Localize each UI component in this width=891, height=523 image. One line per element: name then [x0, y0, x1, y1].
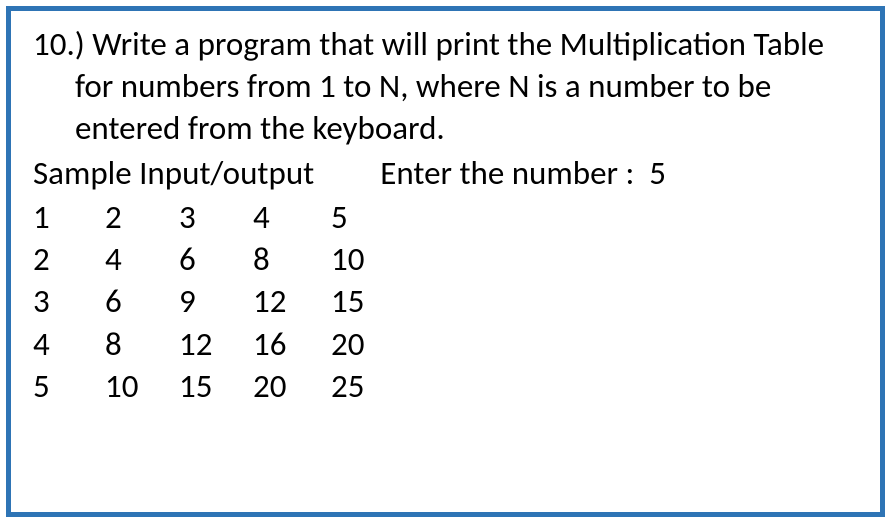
table-cell: 3	[179, 196, 253, 238]
table-cell: 16	[253, 323, 331, 365]
table-cell: 20	[253, 365, 331, 407]
table-cell: 6	[105, 280, 179, 322]
table-cell: 3	[33, 280, 105, 322]
problem-statement: 10.) Write a program that will print the…	[33, 23, 858, 150]
table-cell: 12	[253, 280, 331, 322]
table-cell: 15	[331, 280, 407, 322]
table-row: 3 6 9 12 15	[33, 280, 407, 322]
sample-io-line: Sample Input/output Enter the number : 5	[33, 152, 858, 194]
table-cell: 5	[33, 365, 105, 407]
table-cell: 10	[105, 365, 179, 407]
table-cell: 20	[331, 323, 407, 365]
table-row: 2 4 6 8 10	[33, 238, 407, 280]
table-cell: 1	[33, 196, 105, 238]
table-cell: 4	[33, 323, 105, 365]
table-cell: 4	[105, 238, 179, 280]
table-row: 4 8 12 16 20	[33, 323, 407, 365]
table-cell: 15	[179, 365, 253, 407]
table-cell: 12	[179, 323, 253, 365]
table-cell: 2	[105, 196, 179, 238]
table-cell: 10	[331, 238, 407, 280]
sample-label: Sample Input/output	[33, 152, 314, 194]
table-cell: 8	[105, 323, 179, 365]
multiplication-table: 1 2 3 4 5 2 4 6 8 10 3 6 9 12 15 4 8 12 …	[33, 196, 407, 407]
table-cell: 9	[179, 280, 253, 322]
table-cell: 4	[253, 196, 331, 238]
problem-box: 10.) Write a program that will print the…	[6, 6, 885, 517]
table-row: 1 2 3 4 5	[33, 196, 407, 238]
table-cell: 5	[331, 196, 407, 238]
table-cell: 25	[331, 365, 407, 407]
table-cell: 2	[33, 238, 105, 280]
sample-prompt: Enter the number : 5	[380, 152, 666, 194]
table-row: 5 10 15 20 25	[33, 365, 407, 407]
table-cell: 6	[179, 238, 253, 280]
table-cell: 8	[253, 238, 331, 280]
